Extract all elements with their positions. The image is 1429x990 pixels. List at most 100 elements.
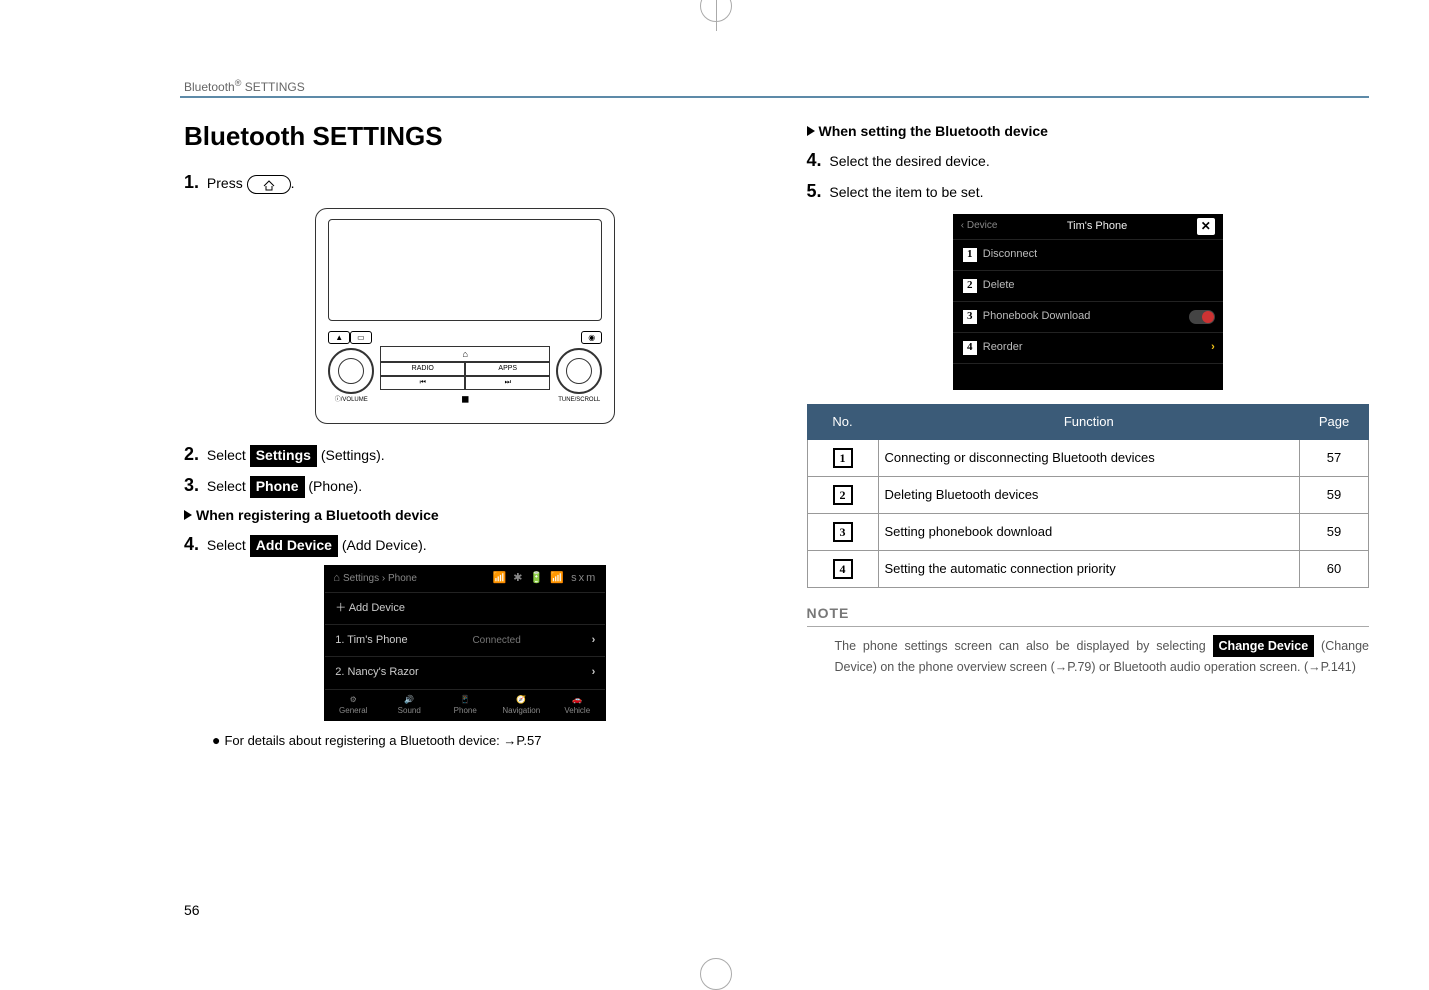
row4-no: 4 xyxy=(833,559,853,579)
callout-4: 4 xyxy=(961,339,979,357)
bullet-dot-icon: ● xyxy=(212,732,220,748)
step-5-text: Select the item to be set. xyxy=(829,184,983,200)
row1-no: 1 xyxy=(833,448,853,468)
step-2-number: 2. xyxy=(184,444,199,464)
status-icons: 📶 ✱ 🔋 📶 sxm xyxy=(493,571,598,586)
tune-label: TUNE/SCROLL xyxy=(556,396,602,404)
phone-settings-screenshot: ⌂ Settings › Phone 📶 ✱ 🔋 📶 sxm ＋ Add Dev… xyxy=(324,565,606,721)
note-heading: NOTE xyxy=(807,604,1370,624)
delete-row: 2 Delete xyxy=(953,270,1223,301)
triangle-bullet-icon xyxy=(807,126,815,136)
subhead-registering-text: When registering a Bluetooth device xyxy=(196,507,439,523)
step-4-right-number: 4. xyxy=(807,150,822,170)
apps-hard-button: APPS xyxy=(465,362,550,376)
callout-1: 1 xyxy=(961,246,979,264)
step-5: 5. Select the item to be set. xyxy=(807,179,1370,204)
next-hard-button: ⏭ xyxy=(465,376,550,390)
tab-phone: 📱Phone xyxy=(437,690,493,720)
home-button-icon xyxy=(247,175,291,194)
delete-text: Delete xyxy=(983,278,1015,293)
triangle-bullet-icon xyxy=(184,510,192,520)
row2-no: 2 xyxy=(833,485,853,505)
step-2-pre: Select xyxy=(207,447,246,463)
table-row: 3 Setting phonebook download 59 xyxy=(807,513,1369,550)
device-title: Tim's Phone xyxy=(997,219,1196,234)
chevron-right-icon: › xyxy=(592,665,596,680)
step-1-post: . xyxy=(291,175,295,191)
bottom-tabs: ⚙General 🔊Sound 📱Phone 🧭Navigation 🚗Vehi… xyxy=(325,689,605,720)
home-hard-button: ⌂ xyxy=(380,346,550,363)
change-device-button-label: Change Device xyxy=(1213,635,1315,657)
tab-vehicle: 🚗Vehicle xyxy=(549,690,605,720)
details-bullet: ●For details about registering a Bluetoo… xyxy=(212,731,747,751)
row2-func: Deleting Bluetooth devices xyxy=(878,476,1300,513)
step-2: 2. Select Settings (Settings). xyxy=(184,442,747,467)
device-row-1: 1. Tim's Phone Connected › xyxy=(325,624,605,656)
registration-mark-bottom xyxy=(700,958,732,990)
step-3-post: (Phone). xyxy=(308,478,362,494)
device-row-1-text: 1. Tim's Phone xyxy=(335,633,407,648)
row3-func: Setting phonebook download xyxy=(878,513,1300,550)
callout-3: 3 xyxy=(961,308,979,326)
step-1-pre: Press xyxy=(207,175,243,191)
phone-button-label: Phone xyxy=(250,476,305,498)
step-1: 1. Press . xyxy=(184,170,747,195)
page-number: 56 xyxy=(184,902,200,918)
device-row-2: 2. Nancy's Razor › xyxy=(325,656,605,688)
disconnect-text: Disconnect xyxy=(983,247,1037,262)
step-4-right: 4. Select the desired device. xyxy=(807,148,1370,173)
sd-slot-icon: ▭ xyxy=(350,331,372,344)
head-unit-illustration: ▲ ▭ ◉ ⓘ/VOLUME ⌂ RADIO APPS xyxy=(315,208,615,424)
table-row: 1 Connecting or disconnecting Bluetooth … xyxy=(807,439,1369,476)
add-device-row: ＋ Add Device xyxy=(325,592,605,624)
head-unit-screen xyxy=(328,219,602,321)
settings-button-label: Settings xyxy=(250,445,317,467)
phonebook-row: 3 Phonebook Download xyxy=(953,301,1223,332)
step-3-number: 3. xyxy=(184,475,199,495)
row4-page: 60 xyxy=(1300,550,1369,587)
table-row: 4 Setting the automatic connection prior… xyxy=(807,550,1369,587)
device-detail-screenshot: ‹ Device Tim's Phone ✕ 1 Disconnect 2 De… xyxy=(953,214,1223,390)
device-row-2-text: 2. Nancy's Razor xyxy=(335,665,418,680)
tab-general: ⚙General xyxy=(325,690,381,720)
row3-page: 59 xyxy=(1300,513,1369,550)
volume-dial xyxy=(328,348,374,394)
header-rule xyxy=(180,96,1369,98)
step-4-right-text: Select the desired device. xyxy=(829,153,989,169)
th-page: Page xyxy=(1300,404,1369,439)
subhead-setting-text: When setting the Bluetooth device xyxy=(819,123,1048,139)
add-device-text: ＋ Add Device xyxy=(335,601,405,616)
row1-func: Connecting or disconnecting Bluetooth de… xyxy=(878,439,1300,476)
disconnect-row: 1 Disconnect xyxy=(953,239,1223,270)
stop-hard-button: ◼ xyxy=(380,393,550,407)
step-4-left-number: 4. xyxy=(184,534,199,554)
step-1-number: 1. xyxy=(184,172,199,192)
row2-page: 59 xyxy=(1300,476,1369,513)
table-row: 2 Deleting Bluetooth devices 59 xyxy=(807,476,1369,513)
subhead-setting: When setting the Bluetooth device xyxy=(807,122,1370,142)
reorder-text: Reorder xyxy=(983,340,1023,355)
breadcrumb: Settings › Phone xyxy=(343,572,417,586)
step-2-post: (Settings). xyxy=(321,447,385,463)
th-no: No. xyxy=(807,404,878,439)
tab-navigation: 🧭Navigation xyxy=(493,690,549,720)
header-section-text: Bluetooth® SETTINGS xyxy=(184,80,305,94)
chevron-right-icon: › xyxy=(1211,340,1215,355)
right-column: When setting the Bluetooth device 4. Sel… xyxy=(807,108,1370,890)
subhead-registering: When registering a Bluetooth device xyxy=(184,506,747,526)
close-icon: ✕ xyxy=(1197,218,1215,235)
row4-func: Setting the automatic connection priorit… xyxy=(878,550,1300,587)
back-button: ‹ Device xyxy=(961,219,998,233)
note-pre: The phone settings screen can also be di… xyxy=(835,639,1213,653)
chevron-right-icon: › xyxy=(592,633,596,648)
note-rule xyxy=(807,626,1370,627)
step-3: 3. Select Phone (Phone). xyxy=(184,473,747,498)
prev-hard-button: ⏮ xyxy=(380,376,465,390)
step-5-number: 5. xyxy=(807,181,822,201)
step-4-left: 4. Select Add Device (Add Device). xyxy=(184,532,747,557)
toggle-icon xyxy=(1189,310,1215,324)
tune-dial xyxy=(556,348,602,394)
usb-slot-icon: ◉ xyxy=(581,331,602,344)
device-row-1-status: Connected xyxy=(472,634,520,648)
page-title: Bluetooth SETTINGS xyxy=(184,118,747,154)
